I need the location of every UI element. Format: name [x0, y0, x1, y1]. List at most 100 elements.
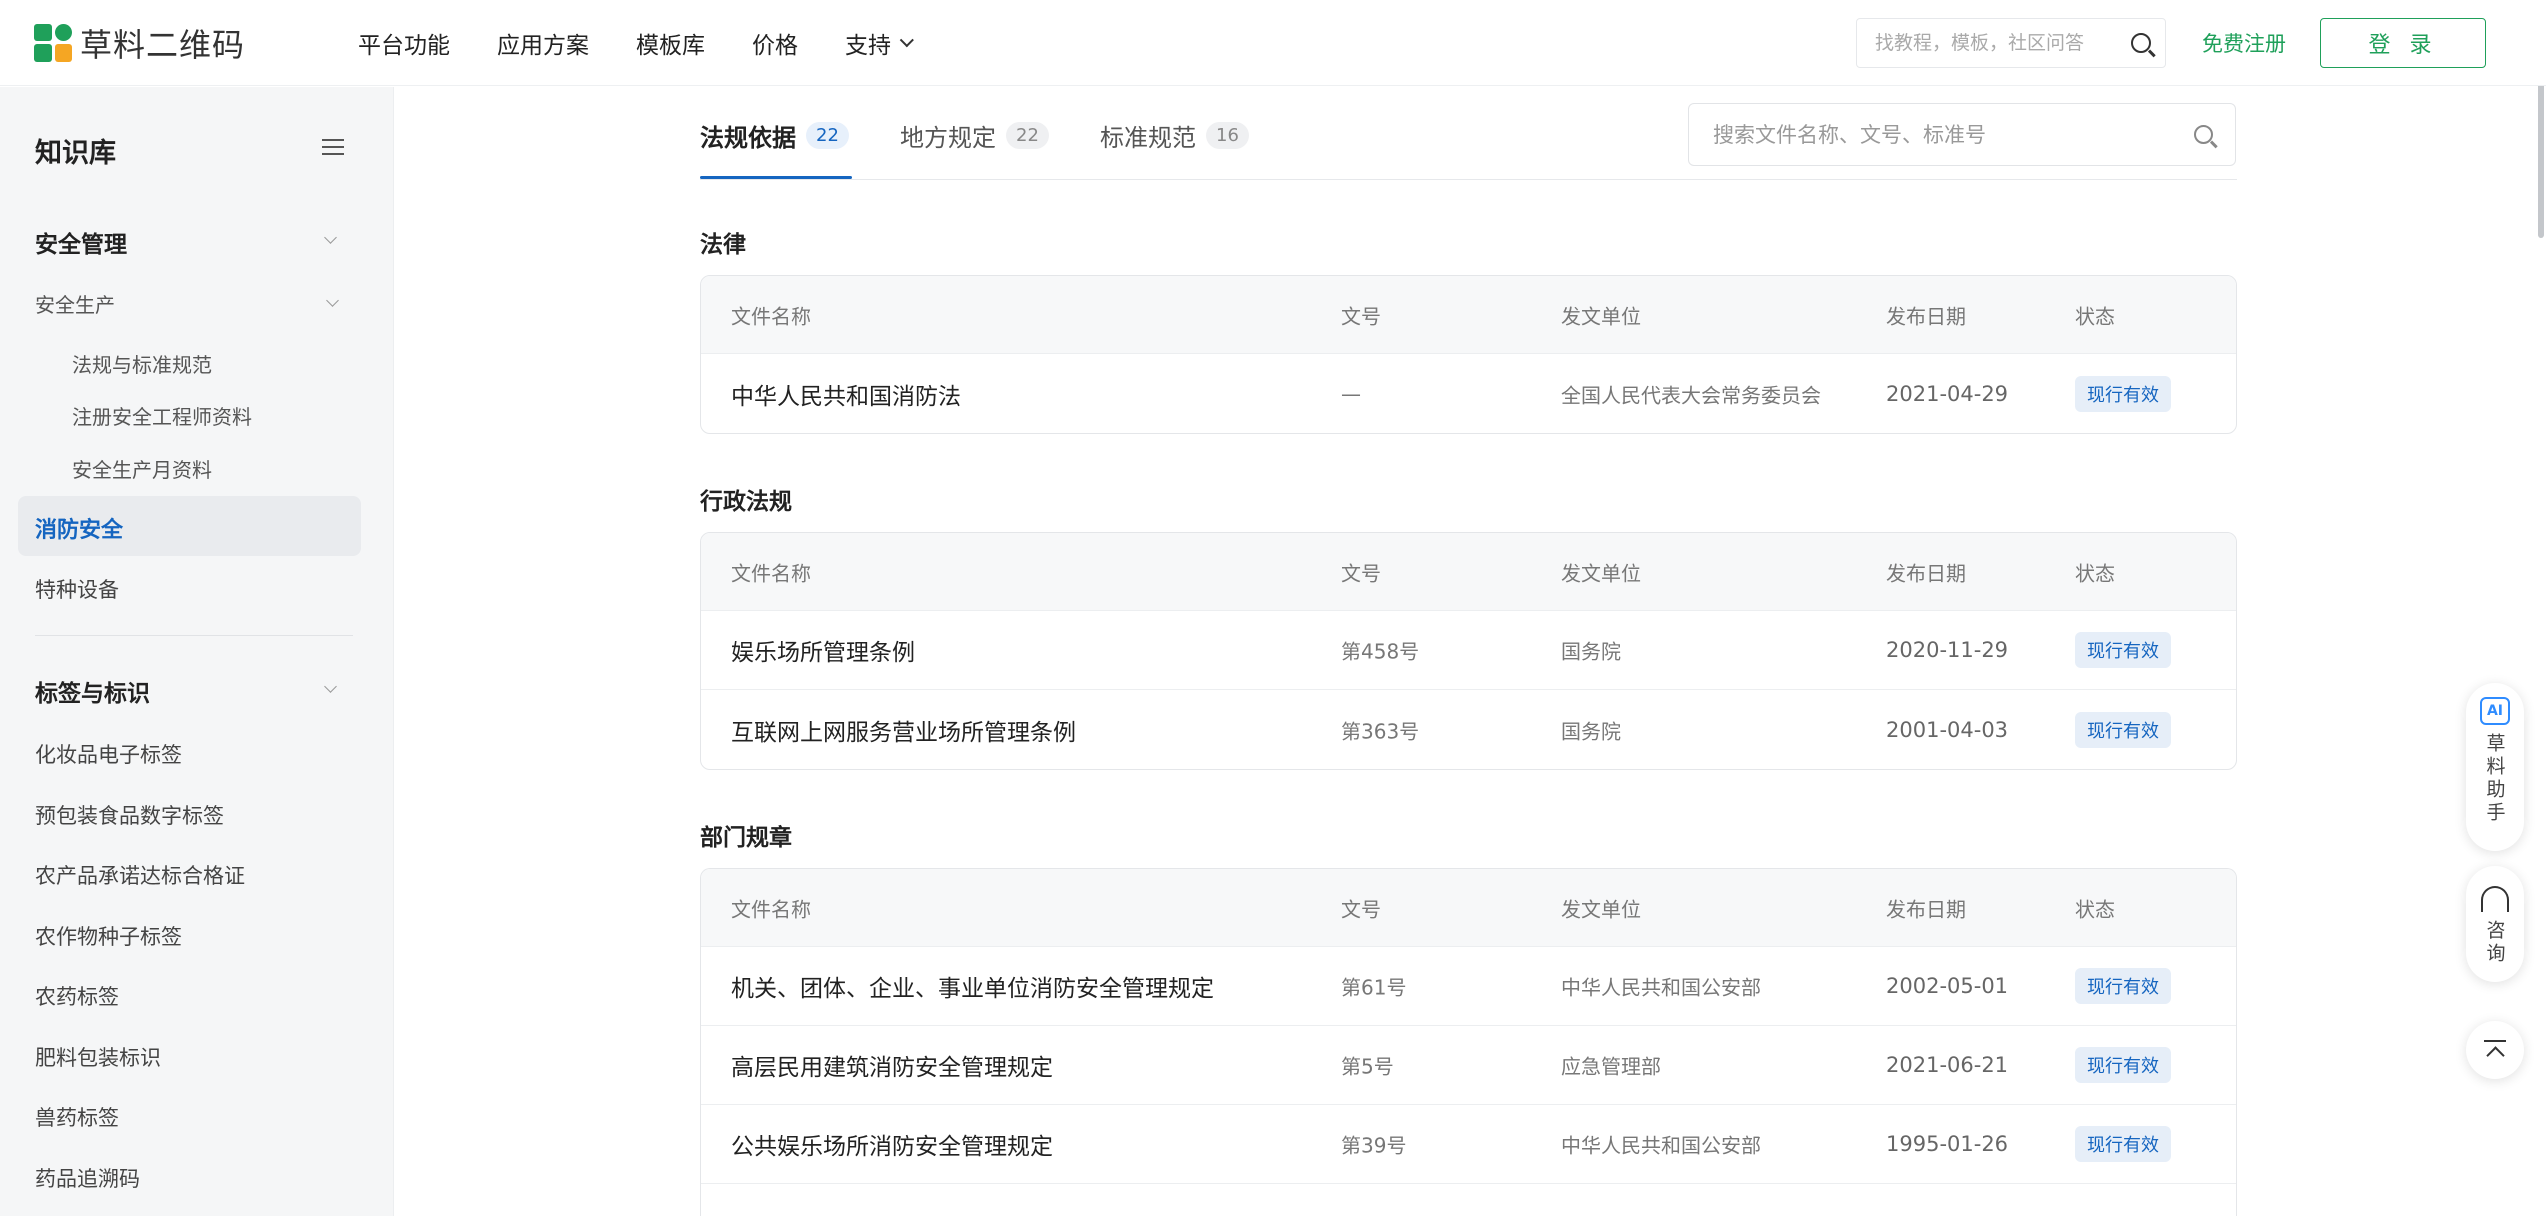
doc-org: 全国人民代表大会常务委员会	[1561, 383, 1821, 407]
doc-name[interactable]: 中华人民共和国消防法	[731, 377, 961, 411]
sidebar-subitem[interactable]: 注册安全工程师资料	[72, 401, 252, 430]
sidebar-subitem[interactable]: 法规与标准规范	[72, 349, 212, 378]
doc-date: 1995-01-26	[1886, 1132, 2009, 1156]
doc-name[interactable]: 互联网上网服务营业场所管理条例	[731, 713, 1076, 747]
sidebar-divider	[35, 635, 353, 636]
menu-icon[interactable]	[322, 139, 344, 160]
doc-no: 第39号	[1341, 1133, 1407, 1158]
tab-regulations[interactable]: 法规依据 22	[700, 118, 849, 153]
tab-label: 地方规定	[900, 124, 996, 152]
sidebar-group-labels[interactable]: 标签与标识	[35, 674, 150, 708]
sidebar-item[interactable]: 农产品承诺达标合格证	[35, 860, 245, 890]
status-badge: 现行有效	[2075, 1047, 2171, 1083]
col-header-status: 状态	[2075, 304, 2115, 328]
col-header-status: 状态	[2075, 561, 2115, 585]
col-header-org: 发文单位	[1561, 897, 1641, 921]
sidebar-group-safety[interactable]: 安全管理	[35, 225, 127, 259]
section-title-admin: 行政法规	[700, 489, 792, 515]
sidebar-item[interactable]: 农药标签	[35, 981, 119, 1011]
assistant-widget[interactable]: AI 草料助手	[2466, 683, 2524, 851]
assistant-label: 草料助手	[2483, 733, 2506, 825]
table-row[interactable]: 中华人民共和国消防法 — 全国人民代表大会常务委员会 2021-04-29 现行…	[701, 354, 2236, 433]
chevron-down-icon[interactable]	[324, 680, 337, 693]
sidebar-item[interactable]: 预包装食品数字标签	[35, 800, 224, 830]
doc-name[interactable]: 机关、团体、企业、事业单位消防安全管理规定	[731, 969, 1214, 1003]
nav-label: 模板库	[636, 32, 705, 59]
chevron-down-icon[interactable]	[324, 231, 337, 244]
logo[interactable]: 草料二维码	[34, 20, 284, 66]
top-header: 草料二维码 平台功能 应用方案 模板库 价格 支持 免费注册 登 录	[0, 0, 2546, 86]
doc-name[interactable]: 高层民用建筑消防安全管理规定	[731, 1048, 1053, 1082]
col-header-name: 文件名称	[731, 897, 811, 921]
register-link[interactable]: 免费注册	[2202, 28, 2286, 58]
table-row[interactable]: 机关、团体、企业、事业单位消防安全管理规定 第61号 中华人民共和国公安部 20…	[701, 947, 2236, 1026]
tab-count-badge: 22	[1006, 122, 1049, 149]
tab-standards[interactable]: 标准规范 16	[1100, 118, 1249, 153]
chevron-down-icon	[899, 32, 914, 47]
status-badge: 现行有效	[2075, 632, 2171, 668]
document-search-box	[1688, 103, 2236, 166]
doc-no: 第5号	[1341, 1054, 1394, 1079]
logo-icon	[34, 23, 72, 62]
table-header: 文件名称 文号 发文单位 发布日期 状态	[701, 533, 2236, 611]
col-header-no: 文号	[1341, 897, 1381, 921]
consult-label: 咨询	[2483, 920, 2506, 966]
search-icon[interactable]	[2194, 125, 2213, 144]
nav-item-support[interactable]: 支持	[845, 26, 914, 60]
col-header-no: 文号	[1341, 304, 1381, 328]
sidebar-subitem[interactable]: 安全生产月资料	[72, 454, 212, 483]
search-icon[interactable]	[2131, 33, 2151, 53]
doc-name[interactable]: 娱乐场所管理条例	[731, 633, 915, 667]
doc-date: 2020-11-29	[1886, 638, 2009, 662]
sidebar-item[interactable]: 农作物种子标签	[35, 921, 182, 951]
status-badge: 现行有效	[2075, 711, 2171, 748]
nav-item-platform[interactable]: 平台功能	[358, 26, 450, 60]
col-header-date: 发布日期	[1886, 561, 1966, 585]
doc-org: 中华人民共和国公安部	[1561, 975, 1761, 1000]
sidebar-item[interactable]: 化妆品电子标签	[35, 739, 182, 769]
table-row[interactable]: 高层民用建筑消防安全管理规定 第5号 应急管理部 2021-06-21 现行有效	[701, 1026, 2236, 1105]
top-search-input[interactable]	[1875, 32, 2131, 54]
top-search-box	[1856, 18, 2166, 68]
table-row[interactable]: 公共娱乐场所消防安全管理规定 第39号 中华人民共和国公安部 1995-01-2…	[701, 1105, 2236, 1184]
sidebar-item-special-equipment[interactable]: 特种设备	[35, 574, 119, 604]
ai-assistant-icon: AI	[2480, 697, 2510, 725]
doc-no: 第363号	[1341, 719, 1420, 743]
section-title-law: 法律	[700, 232, 746, 258]
sidebar-item-safety-production[interactable]: 安全生产	[35, 289, 115, 318]
table-header: 文件名称 文号 发文单位 发布日期 状态	[701, 276, 2236, 354]
consult-widget[interactable]: 咨询	[2466, 866, 2524, 982]
doc-org: 中华人民共和国公安部	[1561, 1133, 1761, 1158]
document-search-input[interactable]	[1713, 122, 2194, 147]
col-header-status: 状态	[2075, 897, 2115, 921]
main-nav: 平台功能 应用方案 模板库 价格 支持	[358, 26, 956, 60]
status-badge: 现行有效	[2075, 968, 2171, 1004]
tab-count-badge: 22	[806, 122, 849, 149]
section-title-dept: 部门规章	[700, 825, 792, 851]
doc-name[interactable]: 公共娱乐场所消防安全管理规定	[731, 1127, 1053, 1161]
col-header-no: 文号	[1341, 561, 1381, 585]
doc-org: 应急管理部	[1561, 1054, 1661, 1079]
nav-label: 价格	[752, 32, 798, 59]
tab-local-rules[interactable]: 地方规定 22	[900, 118, 1049, 153]
nav-item-templates[interactable]: 模板库	[636, 26, 705, 60]
sidebar-title: 知识库	[35, 138, 116, 169]
sidebar-item[interactable]: 肥料包装标识	[35, 1042, 161, 1072]
nav-label: 平台功能	[358, 32, 450, 59]
doc-org: 国务院	[1561, 639, 1621, 664]
sidebar-item-fire-safety[interactable]: 消防安全	[35, 512, 123, 544]
nav-item-solutions[interactable]: 应用方案	[497, 26, 589, 60]
col-header-date: 发布日期	[1886, 897, 1966, 921]
doc-no: 第61号	[1341, 975, 1407, 1000]
sidebar-item[interactable]: 兽药标签	[35, 1102, 119, 1132]
table-row[interactable]: 互联网上网服务营业场所管理条例 第363号 国务院 2001-04-03 现行有…	[701, 690, 2236, 769]
login-button[interactable]: 登 录	[2320, 18, 2486, 68]
sidebar-item[interactable]: 药品追溯码	[35, 1163, 140, 1193]
doc-no: —	[1341, 381, 1361, 406]
table-row[interactable]: 娱乐场所管理条例 第458号 国务院 2020-11-29 现行有效	[701, 611, 2236, 690]
status-badge: 现行有效	[2075, 1126, 2171, 1162]
chevron-down-icon[interactable]	[326, 294, 339, 307]
nav-label: 应用方案	[497, 32, 589, 59]
nav-item-pricing[interactable]: 价格	[752, 26, 798, 60]
back-to-top-button[interactable]	[2466, 1021, 2524, 1079]
